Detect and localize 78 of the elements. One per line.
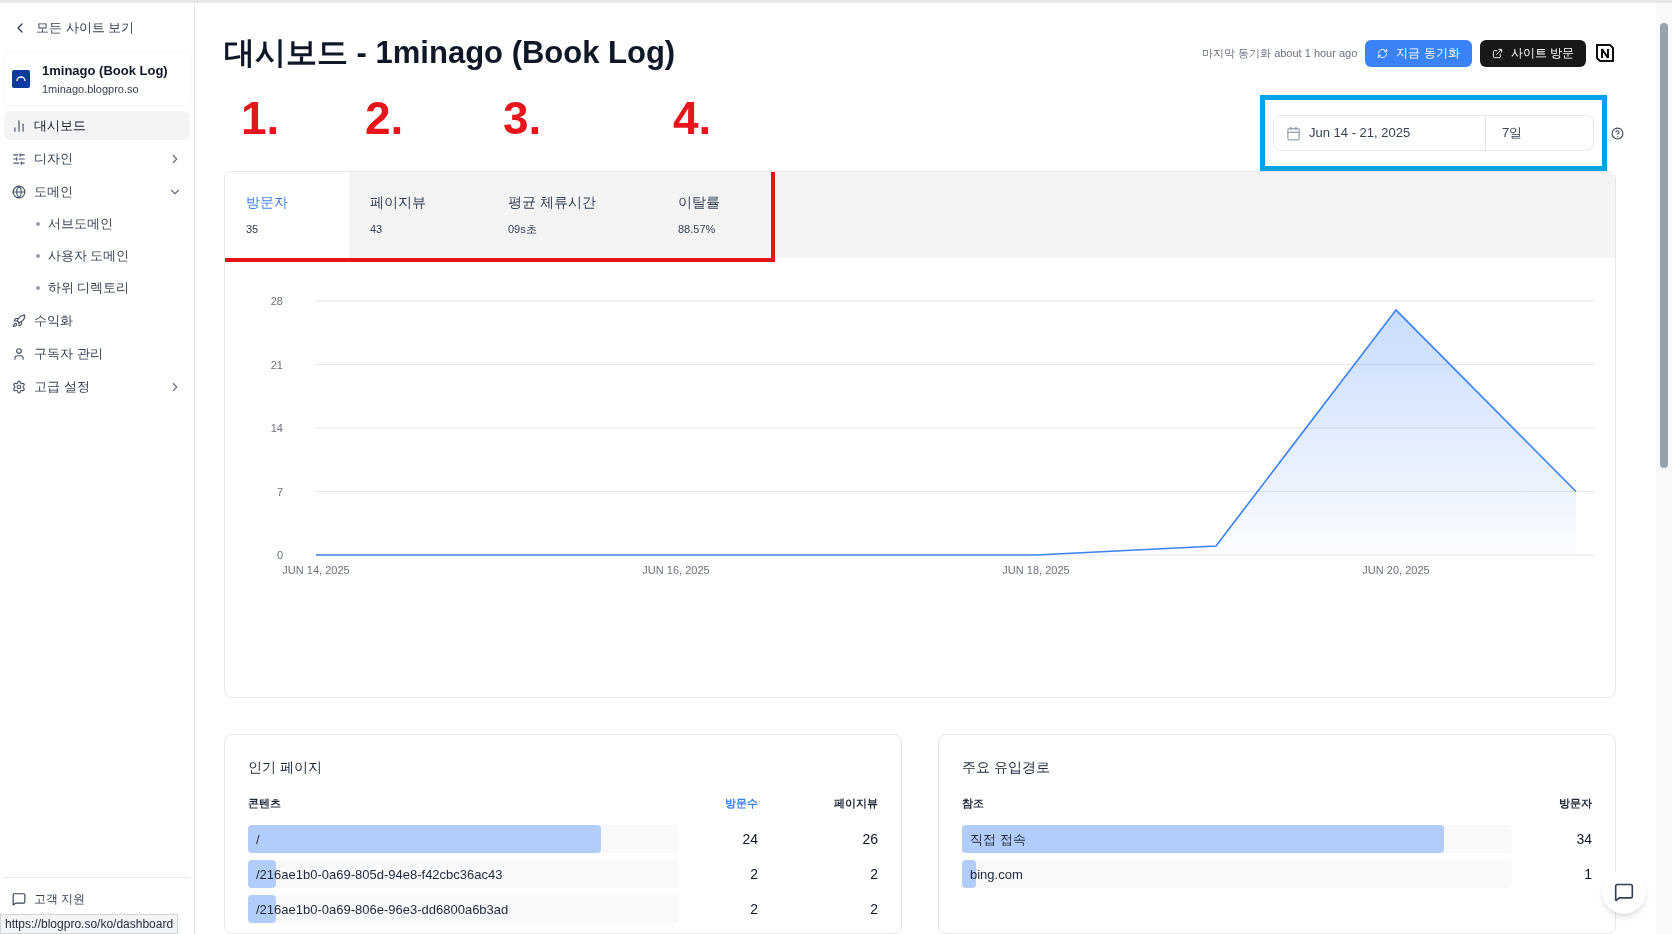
sync-now-button[interactable]: 지금 동기화 — [1365, 39, 1472, 67]
annotation-number: 3. — [503, 92, 542, 144]
visits-value: 24 — [741, 829, 758, 849]
site-card[interactable]: 1minago (Book Log) 1minago.blogpro.so — [4, 53, 190, 105]
calendar-icon — [1286, 125, 1301, 141]
visitors-value: 1 — [1583, 864, 1592, 884]
annotation-number: 2. — [365, 92, 404, 144]
card-title: 인기 페이지 — [248, 758, 323, 777]
card-title: 주요 유입경로 — [962, 758, 1051, 777]
nav-item[interactable]: 도메인 — [4, 177, 190, 206]
x-tick-label: JUN 16, 2025 — [642, 564, 710, 576]
pageviews-value: 2 — [869, 864, 878, 884]
metric-tab[interactable]: 페이지뷰 43 — [349, 172, 487, 258]
nav-subitem[interactable]: 하위 디렉토리 — [4, 272, 190, 304]
notion-logo-icon[interactable] — [1594, 42, 1616, 64]
metric-tab[interactable]: 평균 체류시간 09s초 — [487, 172, 657, 258]
page-path[interactable]: /216ae1b0-0a69-806e-96e3-dd6800a6b3ad — [248, 900, 517, 920]
visit-site-button[interactable]: 사이트 방문 — [1479, 39, 1586, 67]
y-tick-label: 7 — [276, 485, 283, 498]
nav-item[interactable]: 구독자 관리 — [4, 339, 190, 368]
site-name: 1minago (Book Log) — [42, 62, 168, 80]
bullet-icon — [36, 286, 40, 290]
chat-button[interactable] — [1602, 870, 1646, 914]
visitors-value: 34 — [1575, 829, 1592, 849]
bar-chart-icon — [12, 118, 26, 133]
nav-item[interactable]: 디자인 — [4, 144, 190, 173]
column-header: 방문자 — [1558, 796, 1592, 811]
x-tick-label: JUN 14, 2025 — [282, 564, 350, 576]
metric-tab[interactable]: 이탈률 88.57% — [657, 172, 771, 258]
column-header: 참조 — [962, 796, 985, 811]
page-path[interactable]: /216ae1b0-0a69-805d-94e8-f42cbc36ac43 — [248, 865, 511, 885]
date-range-text: Jun 14 - 21, 2025 — [1309, 124, 1411, 143]
status-url-tooltip: https://blogpro.so/ko/dashboard — [0, 914, 179, 934]
y-tick-label: 14 — [270, 422, 283, 434]
nav-item[interactable]: 대시보드 — [4, 111, 190, 140]
period-text: 7일 — [1501, 124, 1524, 143]
page-path[interactable]: / — [248, 830, 268, 850]
chat-icon — [1614, 882, 1634, 902]
nav-subitem[interactable]: 서브도메인 — [4, 208, 190, 240]
globe-icon — [12, 184, 26, 199]
annotation-number: 1. — [241, 92, 280, 144]
x-tick-label: JUN 18, 2025 — [1002, 564, 1070, 576]
visits-value: 2 — [749, 899, 758, 919]
bullet-icon — [36, 254, 40, 258]
referrer-source: 직접 접속 — [969, 831, 1027, 849]
rocket-icon — [12, 313, 26, 328]
column-header: 콘텐츠 — [248, 796, 282, 811]
help-icon[interactable] — [1611, 126, 1624, 140]
annotation-number: 4. — [673, 92, 712, 144]
referrer-source: bing.com — [969, 866, 1024, 884]
chat-icon — [12, 892, 26, 906]
scrollbar[interactable] — [1656, 3, 1672, 934]
pageviews-value: 26 — [861, 829, 878, 849]
date-range-picker[interactable]: Jun 14 - 21, 2025 7일 — [1273, 115, 1594, 151]
metric-tab[interactable]: 방문자 35 — [225, 172, 349, 258]
page-title: 대시보드 - 1minago (Book Log) — [224, 33, 676, 72]
nav-subitem[interactable]: 사용자 도메인 — [4, 240, 190, 272]
y-tick-label: 28 — [270, 295, 283, 307]
settings-icon — [12, 379, 26, 394]
refresh-icon — [1377, 47, 1389, 59]
column-header[interactable]: 방문수 — [678, 795, 758, 812]
nav-item[interactable]: 고급 설정 — [4, 372, 190, 401]
y-tick-label: 21 — [270, 358, 283, 371]
y-tick-label: 0 — [276, 549, 283, 561]
support-link[interactable]: 고객 지원 — [4, 886, 190, 912]
x-tick-label: JUN 20, 2025 — [1362, 564, 1430, 576]
column-header: 페이지뷰 — [833, 796, 878, 811]
last-sync-text: 마지막 동기화 about 1 hour ago — [1202, 45, 1358, 61]
site-logo-icon — [12, 70, 30, 88]
pageviews-value: 2 — [869, 899, 878, 919]
nav-item[interactable]: 수익화 — [4, 306, 190, 335]
back-link[interactable]: 모든 사이트 보기 — [0, 3, 194, 53]
user-icon — [12, 346, 26, 361]
bullet-icon — [36, 222, 40, 226]
visits-value: 2 — [749, 864, 758, 884]
sliders-icon — [12, 151, 26, 166]
site-domain: 1minago.blogpro.so — [42, 81, 140, 97]
external-link-icon — [1491, 47, 1503, 59]
